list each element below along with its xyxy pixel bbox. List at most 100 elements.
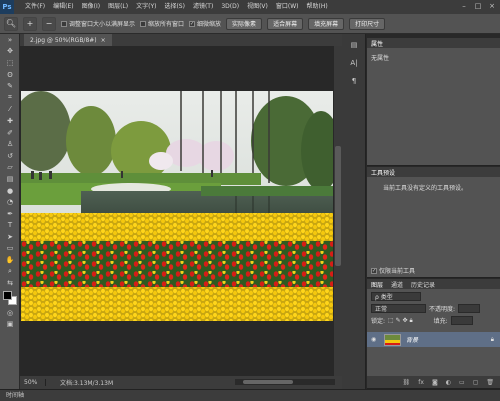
- default-colors-icon[interactable]: ⇆: [0, 277, 20, 289]
- checkmark-icon: ✓: [371, 267, 377, 274]
- maximize-icon[interactable]: □: [474, 2, 482, 10]
- zoom-level[interactable]: 50%: [20, 379, 46, 386]
- menu-view[interactable]: 视图(V): [243, 0, 272, 14]
- menu-file[interactable]: 文件(F): [21, 0, 49, 14]
- tool-presets-panel: 工具预设 当前工具没有定义的工具预设。 ✓ 仅限当前工具: [367, 167, 500, 278]
- resize-windows-checkbox[interactable]: 调整窗口大小以满屏显示: [61, 19, 135, 28]
- document-image[interactable]: [21, 91, 333, 321]
- history-icon[interactable]: ▤: [342, 38, 366, 52]
- blur-tool-icon[interactable]: ●: [0, 185, 20, 197]
- scroll-thumb[interactable]: [335, 146, 341, 266]
- zoom-out-icon[interactable]: −: [42, 16, 56, 31]
- marquee-tool-icon[interactable]: ⬚: [0, 57, 20, 69]
- properties-header: 属性: [367, 38, 500, 48]
- document-tab[interactable]: 2.jpg @ 50%(RGB/8#) ×: [24, 34, 112, 46]
- fill-screen-button[interactable]: 填充屏幕: [308, 17, 345, 30]
- zoom-tool-icon[interactable]: 🔍︎: [4, 16, 18, 31]
- paragraph-icon[interactable]: ¶: [342, 74, 366, 88]
- lock-row: 锁定: ⬚ ✎ ✥ 🔒︎ 填充:: [367, 316, 500, 325]
- scrubby-zoom-checkbox[interactable]: ✓ 细微缩放: [189, 19, 221, 28]
- fill-field[interactable]: [450, 316, 473, 325]
- adjustment-icon[interactable]: ◐: [446, 379, 451, 386]
- eraser-tool-icon[interactable]: ▱: [0, 162, 20, 174]
- vertical-scrollbar[interactable]: [334, 46, 342, 376]
- menu-image[interactable]: 图像(I): [78, 0, 104, 14]
- canvas-area: [20, 46, 342, 376]
- checkmark-icon: ✓: [189, 20, 196, 27]
- quick-mask-icon[interactable]: ◎: [0, 307, 20, 319]
- menu-filter[interactable]: 滤镜(T): [189, 0, 217, 14]
- horizontal-scrollbar[interactable]: [235, 379, 335, 385]
- main-menu: 文件(F) 编辑(E) 图像(I) 图层(L) 文字(Y) 选择(S) 滤镜(T…: [21, 0, 332, 14]
- layer-filter-select[interactable]: ρ 类型: [371, 292, 421, 301]
- menu-help[interactable]: 帮助(H): [303, 0, 332, 14]
- link-layers-icon[interactable]: ⛓: [403, 379, 411, 386]
- clone-stamp-tool-icon[interactable]: ♙: [0, 138, 20, 150]
- document-tab-bar: 2.jpg @ 50%(RGB/8#) ×: [20, 34, 342, 46]
- path-selection-tool-icon[interactable]: ➤: [0, 231, 20, 243]
- zoom-in-icon[interactable]: +: [23, 16, 37, 31]
- quick-select-tool-icon[interactable]: ✎: [0, 80, 20, 92]
- dodge-tool-icon[interactable]: ◔: [0, 196, 20, 208]
- opacity-field[interactable]: [458, 304, 481, 313]
- timeline-panel[interactable]: 时间轴: [0, 389, 500, 401]
- group-icon[interactable]: ▭: [459, 379, 465, 386]
- menu-edit[interactable]: 编辑(E): [49, 0, 77, 14]
- close-tab-icon[interactable]: ×: [101, 37, 106, 44]
- new-layer-icon[interactable]: ▢: [473, 379, 479, 386]
- hand-tool-icon[interactable]: ✋: [0, 254, 20, 266]
- tool-presets-title[interactable]: 工具预设: [371, 168, 395, 177]
- properties-title[interactable]: 属性: [371, 39, 383, 48]
- tool-presets-message: 当前工具没有定义的工具预设。: [383, 185, 468, 192]
- layers-tabs: 图层 通道 历史记录: [367, 279, 500, 289]
- layer-item-background[interactable]: ◉ 背景 🔒︎: [367, 332, 500, 347]
- history-brush-tool-icon[interactable]: ↺: [0, 150, 20, 162]
- fit-screen-button[interactable]: 适合屏幕: [267, 17, 304, 30]
- zoom-tool-icon[interactable]: ⌕: [0, 266, 20, 278]
- blend-mode-select[interactable]: 正常: [371, 304, 426, 313]
- no-properties-text: 无属性: [371, 55, 390, 62]
- healing-brush-tool-icon[interactable]: ✚: [0, 115, 20, 127]
- window-controls: – □ ×: [460, 2, 496, 10]
- type-tool-icon[interactable]: T: [0, 220, 20, 232]
- fx-icon[interactable]: fx: [418, 379, 424, 386]
- current-tool-only-checkbox[interactable]: ✓ 仅限当前工具: [371, 266, 415, 275]
- visibility-eye-icon[interactable]: ◉: [371, 336, 379, 344]
- foreground-color-swatch[interactable]: [3, 291, 12, 301]
- gradient-tool-icon[interactable]: ▤: [0, 173, 20, 185]
- color-swatches: [0, 289, 19, 307]
- tab-channels[interactable]: 通道: [391, 280, 403, 289]
- blend-row: 正常 不透明度:: [367, 304, 500, 313]
- document-info[interactable]: 文档:3.13M/3.13M: [46, 378, 113, 387]
- print-size-button[interactable]: 打印尺寸: [349, 17, 386, 30]
- menu-type[interactable]: 文字(Y): [132, 0, 160, 14]
- tab-layers[interactable]: 图层: [371, 280, 383, 289]
- menu-window[interactable]: 窗口(W): [272, 0, 303, 14]
- lasso-tool-icon[interactable]: ʘ: [0, 69, 20, 81]
- layer-name[interactable]: 背景: [406, 335, 418, 344]
- options-bar: 🔍︎ + − 调整窗口大小以满屏显示 缩放所有窗口 ✓ 细微缩放 实际像素 适合屏…: [0, 14, 500, 34]
- screen-mode-icon[interactable]: ▣: [0, 319, 20, 331]
- close-icon[interactable]: ×: [488, 2, 496, 10]
- zoom-all-windows-checkbox[interactable]: 缩放所有窗口: [140, 19, 184, 28]
- menu-select[interactable]: 选择(S): [160, 0, 189, 14]
- character-icon[interactable]: A|: [342, 56, 366, 70]
- menu-layer[interactable]: 图层(L): [104, 0, 132, 14]
- eyedropper-tool-icon[interactable]: ⁄: [0, 104, 20, 116]
- scroll-thumb[interactable]: [243, 380, 293, 384]
- trash-icon[interactable]: 🗑︎: [486, 379, 494, 386]
- actual-pixels-button[interactable]: 实际像素: [226, 17, 263, 30]
- mask-icon[interactable]: ◙: [432, 379, 438, 386]
- crop-tool-icon[interactable]: ⌗: [0, 92, 20, 104]
- tab-history[interactable]: 历史记录: [411, 280, 435, 289]
- lock-label: 锁定:: [371, 318, 386, 325]
- collapse-icon[interactable]: »: [0, 34, 20, 46]
- current-tool-only-row[interactable]: ✓ 仅限当前工具: [367, 266, 419, 275]
- pen-tool-icon[interactable]: ✒: [0, 208, 20, 220]
- lock-icons[interactable]: ⬚ ✎ ✥ 🔒︎: [388, 317, 413, 325]
- brush-tool-icon[interactable]: ✐: [0, 127, 20, 139]
- move-tool-icon[interactable]: ✥: [0, 46, 20, 58]
- menu-3d[interactable]: 3D(D): [217, 0, 243, 14]
- minimize-icon[interactable]: –: [460, 2, 468, 10]
- rectangle-tool-icon[interactable]: ▭: [0, 243, 20, 255]
